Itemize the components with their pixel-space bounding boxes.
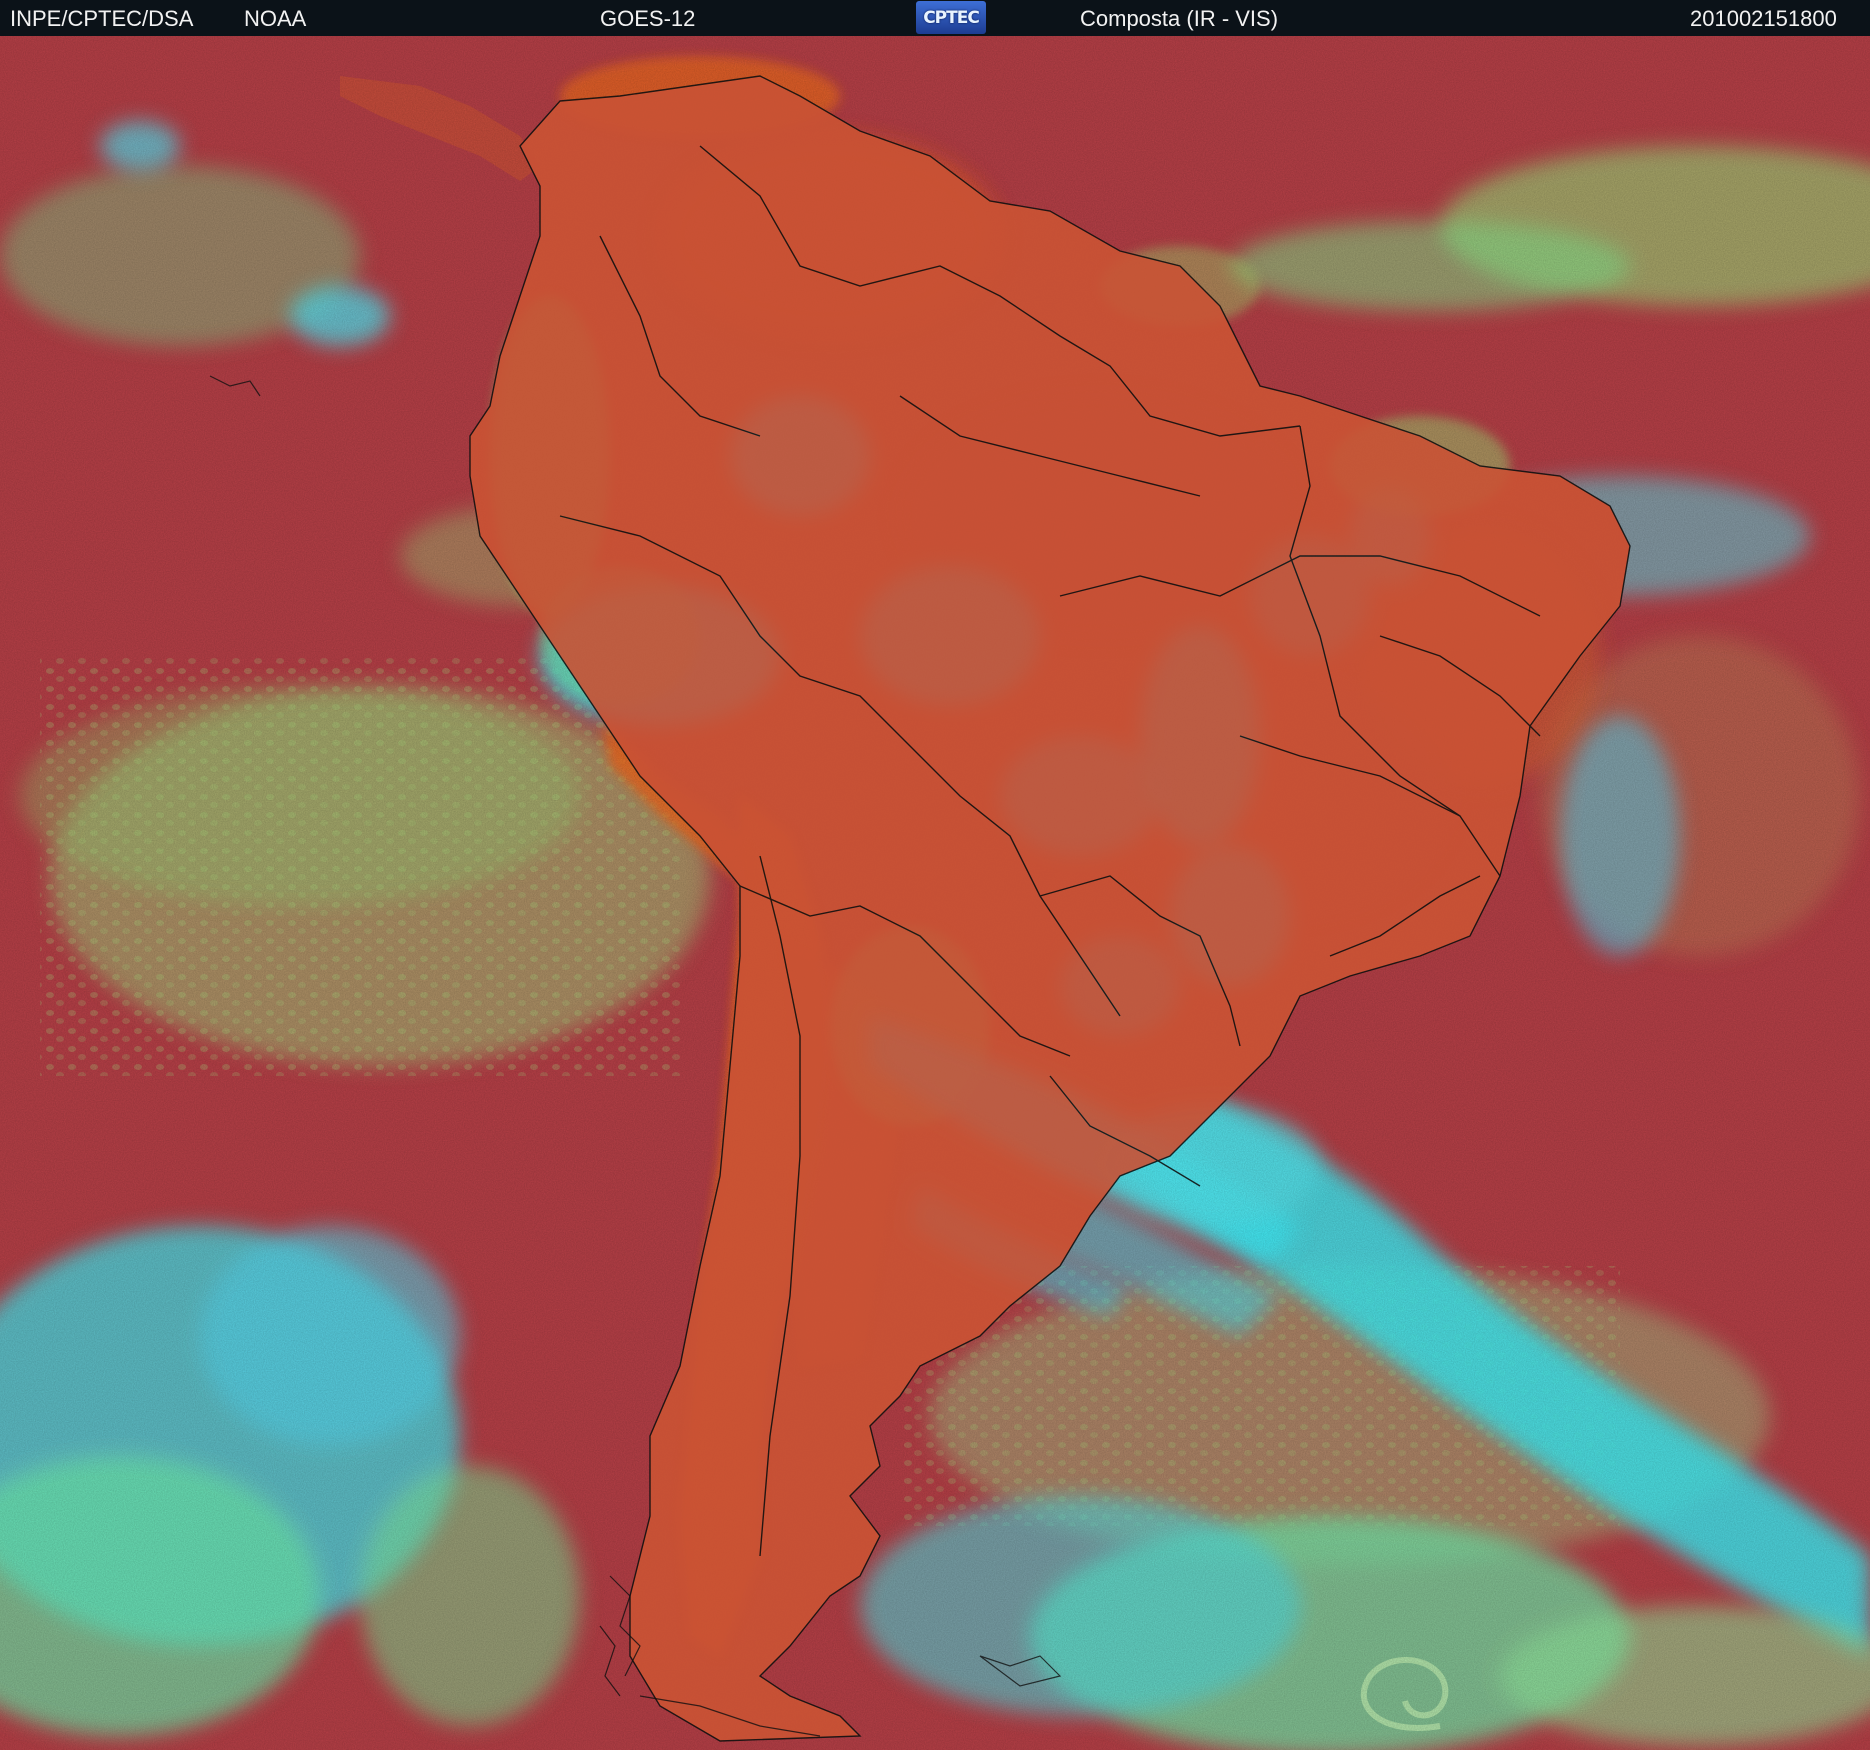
image-header-bar: INPE/CPTEC/DSA NOAA GOES-12 CPTEC Compos… — [0, 0, 1870, 36]
source-label: INPE/CPTEC/DSA — [10, 6, 194, 31]
cptec-logo-text: CPTEC — [923, 7, 980, 28]
timestamp-label: 201002151800 — [1690, 6, 1837, 31]
agency-label: NOAA — [244, 6, 307, 31]
satellite-image-frame: INPE/CPTEC/DSA NOAA GOES-12 CPTEC Compos… — [0, 0, 1870, 1750]
cptec-logo: CPTEC — [916, 1, 986, 34]
product-label: Composta (IR - VIS) — [1080, 6, 1279, 31]
satellite-composite-map — [0, 36, 1870, 1750]
satellite-label: GOES-12 — [600, 6, 696, 31]
